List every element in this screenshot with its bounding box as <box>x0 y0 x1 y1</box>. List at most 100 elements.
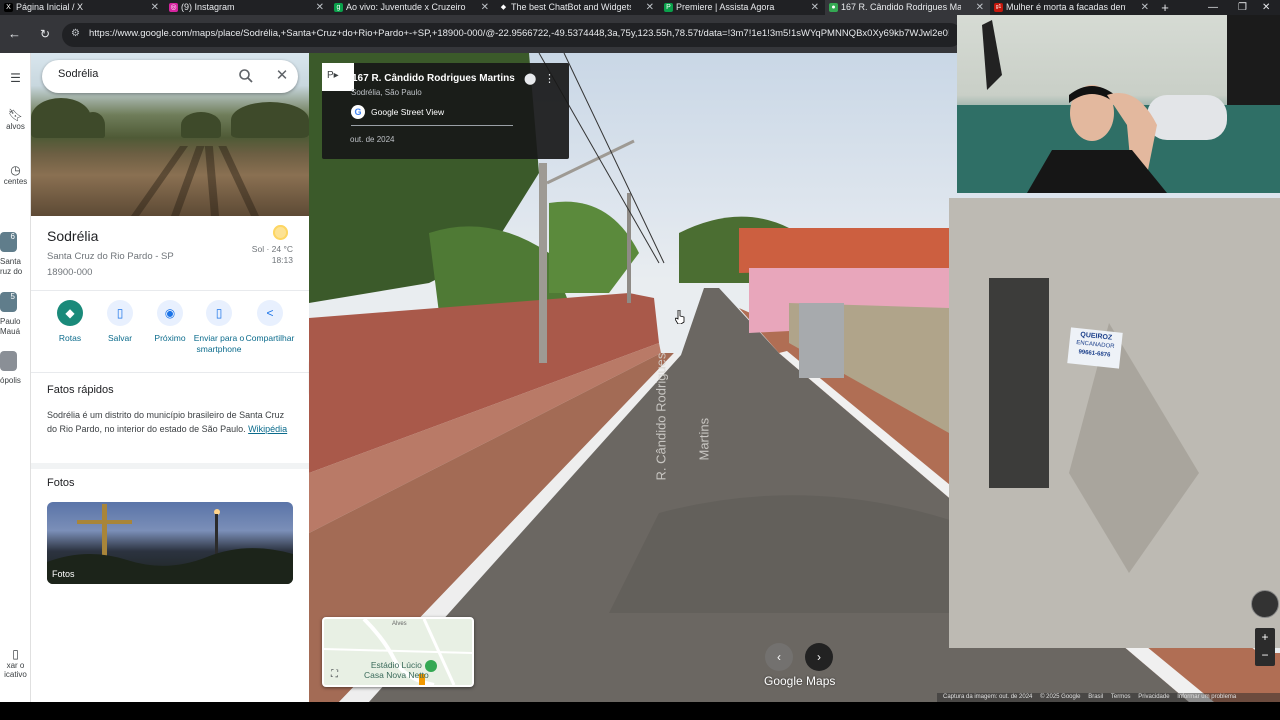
tab-chatbot[interactable]: ◆ The best ChatBot and Widgets ✕ <box>495 0 660 15</box>
google-maps-logo: Google Maps <box>764 674 836 688</box>
tab-close-icon[interactable]: ✕ <box>1141 0 1149 15</box>
minimap-place-label: Estádio Lúcio Casa Nova Netto <box>364 660 429 680</box>
zoom-in-button[interactable]: + <box>1255 628 1275 646</box>
next-arrow-button[interactable]: › <box>805 643 833 671</box>
photo-thumbnail[interactable]: Fotos <box>47 502 293 584</box>
recent-place-label: Paulo Mauá <box>0 317 21 336</box>
nearby-icon: ◉ <box>157 300 183 326</box>
close-icon[interactable]: ✕ <box>273 67 291 85</box>
g1-icon: g1 <box>994 3 1003 12</box>
expand-icon[interactable]: ⛶ <box>331 669 343 681</box>
google-logo-icon: G <box>351 105 365 119</box>
attribution-bar: Captura da imagem: out. de 2024 © 2025 G… <box>937 693 1280 702</box>
street-view-address: 167 R. Cândido Rodrigues Martins <box>352 73 515 84</box>
tab-premiere[interactable]: P Premiere | Assista Agora ✕ <box>660 0 825 15</box>
divider <box>351 125 513 126</box>
tab-close-icon[interactable]: ✕ <box>976 0 984 15</box>
share-icon: < <box>257 300 283 326</box>
recents-label: centes <box>3 177 28 186</box>
recent-place-label: Santa ruz do <box>0 257 23 276</box>
more-options-icon[interactable]: ⋮ <box>544 72 555 85</box>
hand-cursor-icon <box>675 310 685 324</box>
photo-label: Fotos <box>52 569 75 579</box>
url-text[interactable]: https://www.google.com/maps/place/Sodrél… <box>89 28 949 39</box>
mini-map[interactable]: Alves Estádio Lúcio Casa Nova Netto ⛶ <box>322 617 474 687</box>
history-icon: ◷ <box>10 163 21 177</box>
tab-ge[interactable]: g Ao vivo: Juventude x Cruzeiro | ✕ <box>330 0 495 15</box>
nearby-button[interactable]: ◉ Próximo <box>144 300 196 344</box>
save-button[interactable]: ▯ Salvar <box>94 300 146 344</box>
site-info-icon[interactable]: ⚙ <box>71 28 80 39</box>
street-view-info-card: P▸ 167 R. Cândido Rodrigues Martins Sodr… <box>322 63 569 159</box>
close-window-icon[interactable]: ✕ <box>1262 0 1270 15</box>
tab-close-icon[interactable]: ✕ <box>481 0 489 15</box>
search-icon[interactable] <box>237 67 255 85</box>
previous-arrow-button[interactable]: ‹ <box>765 643 793 671</box>
wikipedia-link[interactable]: Wikipédia <box>248 424 287 434</box>
search-input[interactable] <box>58 68 228 80</box>
address-bar[interactable]: ⚙ https://www.google.com/maps/place/Sodr… <box>62 23 962 47</box>
webcam-overlay <box>957 15 1280 193</box>
recent-place-label: ópolis <box>0 376 21 385</box>
action-buttons: ◆ Rotas ▯ Salvar ◉ Próximo ▯ Enviar para… <box>31 300 309 372</box>
quick-facts-heading: Fatos rápidos <box>47 384 114 396</box>
menu-icon: ☰ <box>10 71 21 85</box>
maps-icon: ● <box>829 3 838 12</box>
street-view-date[interactable]: out. de 2024 <box>350 135 394 144</box>
bookmark-icon: ▯ <box>107 300 133 326</box>
recent-place-thumb[interactable] <box>0 351 17 371</box>
back-icon[interactable]: ← <box>8 25 21 43</box>
local-time: 18:13 <box>271 255 293 265</box>
tab-title: Ao vivo: Juventude x Cruzeiro | <box>346 2 466 12</box>
menu-button[interactable]: ☰ <box>0 71 30 85</box>
premiere-icon: P <box>664 3 673 12</box>
chatbot-icon: ◆ <box>499 3 508 12</box>
ge-icon: g <box>334 3 343 12</box>
pin-icon[interactable]: ⬤ <box>524 72 536 85</box>
reload-icon[interactable]: ↻ <box>40 25 50 43</box>
photos-heading: Fotos <box>47 477 75 489</box>
tab-close-icon[interactable]: ✕ <box>316 0 324 15</box>
bookmark-icon: 🔖︎ <box>7 108 24 122</box>
place-hero-photo[interactable]: ✕ <box>31 53 309 216</box>
weather-text: Sol · 24 °C <box>251 244 293 254</box>
tab-instagram[interactable]: ◎ (9) Instagram ✕ <box>165 0 330 15</box>
compass-icon[interactable] <box>1251 590 1279 618</box>
recent-place-thumb[interactable]: 6 <box>0 232 17 252</box>
share-button[interactable]: < Compartilhar <box>242 300 298 344</box>
send-to-phone-button[interactable]: ▯ Enviar para o smartphone <box>193 300 245 355</box>
new-tab-button[interactable]: + <box>1155 0 1175 15</box>
tab-close-icon[interactable]: ✕ <box>646 0 654 15</box>
tab-title: 167 R. Cândido Rodrigues Mart <box>841 2 961 12</box>
maximize-icon[interactable]: ❐ <box>1238 0 1247 15</box>
webcam-person <box>957 15 1280 193</box>
directions-button[interactable]: ◆ Rotas <box>44 300 96 344</box>
saved-button[interactable]: 🔖︎ alvos <box>0 108 30 131</box>
tab-close-icon[interactable]: ✕ <box>811 0 819 15</box>
place-zip: 18900-000 <box>47 267 93 278</box>
zoom-out-button[interactable]: − <box>1255 646 1275 664</box>
tab-maps[interactable]: ● 167 R. Cândido Rodrigues Mart ✕ <box>825 0 990 15</box>
saved-label: alvos <box>6 122 25 131</box>
back-to-map-button[interactable]: P▸ <box>322 63 354 91</box>
phone-icon: ▯ <box>206 300 232 326</box>
get-app-button[interactable]: ▯ xar o icativo <box>0 647 30 679</box>
phone-icon: ▯ <box>12 647 19 661</box>
recent-place-thumb[interactable]: 5 <box>0 292 17 312</box>
minimize-icon[interactable]: — <box>1208 0 1218 15</box>
tab-title: Premiere | Assista Agora <box>676 2 775 12</box>
sun-icon <box>273 225 288 240</box>
street-name-label: R. Cândido Rodrigues <box>653 352 669 481</box>
street-name-label: Martins <box>696 417 712 461</box>
search-box[interactable]: ✕ <box>42 60 298 93</box>
directions-icon: ◆ <box>57 300 83 326</box>
x-icon: X <box>4 3 13 12</box>
tab-g1[interactable]: g1 Mulher é morta a facadas dent ✕ <box>990 0 1155 15</box>
recents-button[interactable]: ◷ centes <box>0 163 30 186</box>
street-view-source: Google Street View <box>371 107 445 117</box>
browser-tab-strip: X Página Inicial / X ✕ ◎ (9) Instagram ✕… <box>0 0 1280 15</box>
tab-title: (9) Instagram <box>181 2 235 12</box>
tab-x[interactable]: X Página Inicial / X ✕ <box>0 0 165 15</box>
tab-close-icon[interactable]: ✕ <box>151 0 159 15</box>
section-gap <box>31 463 309 469</box>
